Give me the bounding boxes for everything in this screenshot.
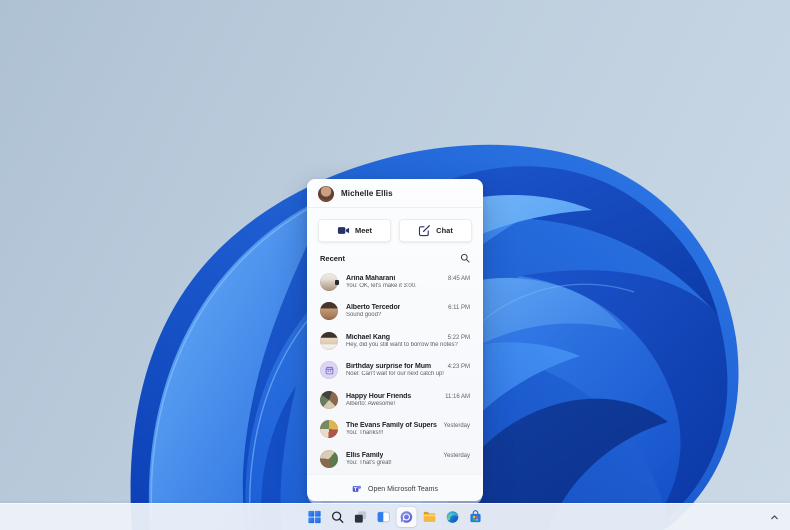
open-teams-label: Open Microsoft Teams (368, 486, 438, 493)
system-tray (769, 504, 780, 530)
chat-button[interactable]: Chat (399, 219, 472, 242)
widgets-button[interactable] (374, 507, 394, 527)
chat-name: Arina Maharani (346, 275, 395, 282)
chat-preview: Alberto: Awesome! (346, 401, 470, 407)
chat-preview: Noel: Can't wait for our next catch up! (346, 371, 470, 377)
recent-row: Recent (308, 251, 482, 267)
chat-timestamp: 4:23 PM (444, 364, 470, 370)
chat-preview: Hey, did you still want to borrow the no… (346, 342, 470, 348)
calendar-icon (325, 366, 334, 375)
flyout-header: Michelle Ellis (308, 180, 482, 208)
chat-timestamp: Yesterday (440, 453, 470, 459)
chat-list-item[interactable]: Michael Kang 5:22 PM Hey, did you still … (320, 326, 470, 356)
avatar (320, 273, 338, 291)
chat-list-item[interactable]: Birthday surprise for Mum 4:23 PM Noel: … (320, 356, 470, 386)
avatar (320, 391, 338, 409)
avatar (320, 450, 338, 468)
chat-timestamp: 5:22 PM (444, 335, 470, 341)
recent-label: Recent (320, 254, 345, 263)
teams-logo-icon (352, 484, 362, 494)
taskbar (0, 503, 790, 530)
chat-list-item[interactable]: The Evans Family of Supers Yesterday You… (320, 415, 470, 445)
chat-list-item[interactable]: Ellis Family Yesterday You: That's great… (320, 444, 470, 474)
chat-name: Happy Hour Friends (346, 393, 411, 400)
chat-name: Ellis Family (346, 452, 383, 459)
chat-name: The Evans Family of Supers (346, 422, 437, 429)
chat-timestamp: 6:11 PM (444, 305, 470, 311)
desktop: Michelle Ellis Meet Chat Recent (0, 0, 790, 530)
chat-list-item[interactable]: Happy Hour Friends 11:16 AM Alberto: Awe… (320, 385, 470, 415)
avatar (320, 361, 338, 379)
chat-preview: Sound good? (346, 312, 470, 318)
recent-chat-list: Arina Maharani 8:45 AM You: OK, let's ma… (308, 267, 482, 474)
microsoft-store-icon (469, 510, 483, 524)
avatar (320, 420, 338, 438)
task-view-button[interactable] (351, 507, 371, 527)
search-button[interactable] (328, 507, 348, 527)
chat-button-label: Chat (436, 226, 453, 235)
user-name: Michelle Ellis (341, 189, 393, 198)
search-icon[interactable] (460, 253, 470, 263)
avatar (320, 332, 338, 350)
chat-name: Alberto Tercedor (346, 304, 400, 311)
meet-button[interactable]: Meet (318, 219, 391, 242)
avatar[interactable] (318, 186, 334, 202)
chat-list-item[interactable]: Alberto Tercedor 6:11 PM Sound good? (320, 297, 470, 327)
start-button[interactable] (305, 507, 325, 527)
task-view-icon (354, 510, 368, 524)
video-camera-icon (337, 224, 350, 237)
chat-bubble-icon (400, 510, 414, 524)
meet-button-label: Meet (355, 226, 372, 235)
chat-timestamp: 8:45 AM (444, 276, 470, 282)
chat-preview: You: Thanks!!! (346, 430, 470, 436)
chat-preview: You: That's great! (346, 460, 470, 466)
chat-preview: You: OK, let's make it 3:00. (346, 283, 470, 289)
widgets-icon (377, 510, 391, 524)
chevron-up-icon[interactable] (769, 512, 780, 523)
avatar (320, 302, 338, 320)
file-explorer-button[interactable] (420, 507, 440, 527)
compose-icon (418, 224, 431, 237)
file-explorer-icon (423, 510, 437, 524)
store-button[interactable] (466, 507, 486, 527)
chat-button-taskbar[interactable] (397, 507, 417, 527)
open-teams-button[interactable]: Open Microsoft Teams (308, 474, 482, 504)
search-icon (331, 510, 345, 524)
action-row: Meet Chat (308, 208, 482, 251)
edge-browser-icon (446, 510, 460, 524)
windows-start-icon (308, 510, 322, 524)
chat-timestamp: 11:16 AM (441, 394, 470, 400)
edge-button[interactable] (443, 507, 463, 527)
chat-name: Birthday surprise for Mum (346, 363, 431, 370)
chat-name: Michael Kang (346, 334, 390, 341)
taskbar-icons (305, 504, 486, 530)
chat-list-item[interactable]: Arina Maharani 8:45 AM You: OK, let's ma… (320, 267, 470, 297)
teams-chat-flyout: Michelle Ellis Meet Chat Recent (307, 179, 483, 501)
chat-timestamp: Yesterday (440, 423, 470, 429)
